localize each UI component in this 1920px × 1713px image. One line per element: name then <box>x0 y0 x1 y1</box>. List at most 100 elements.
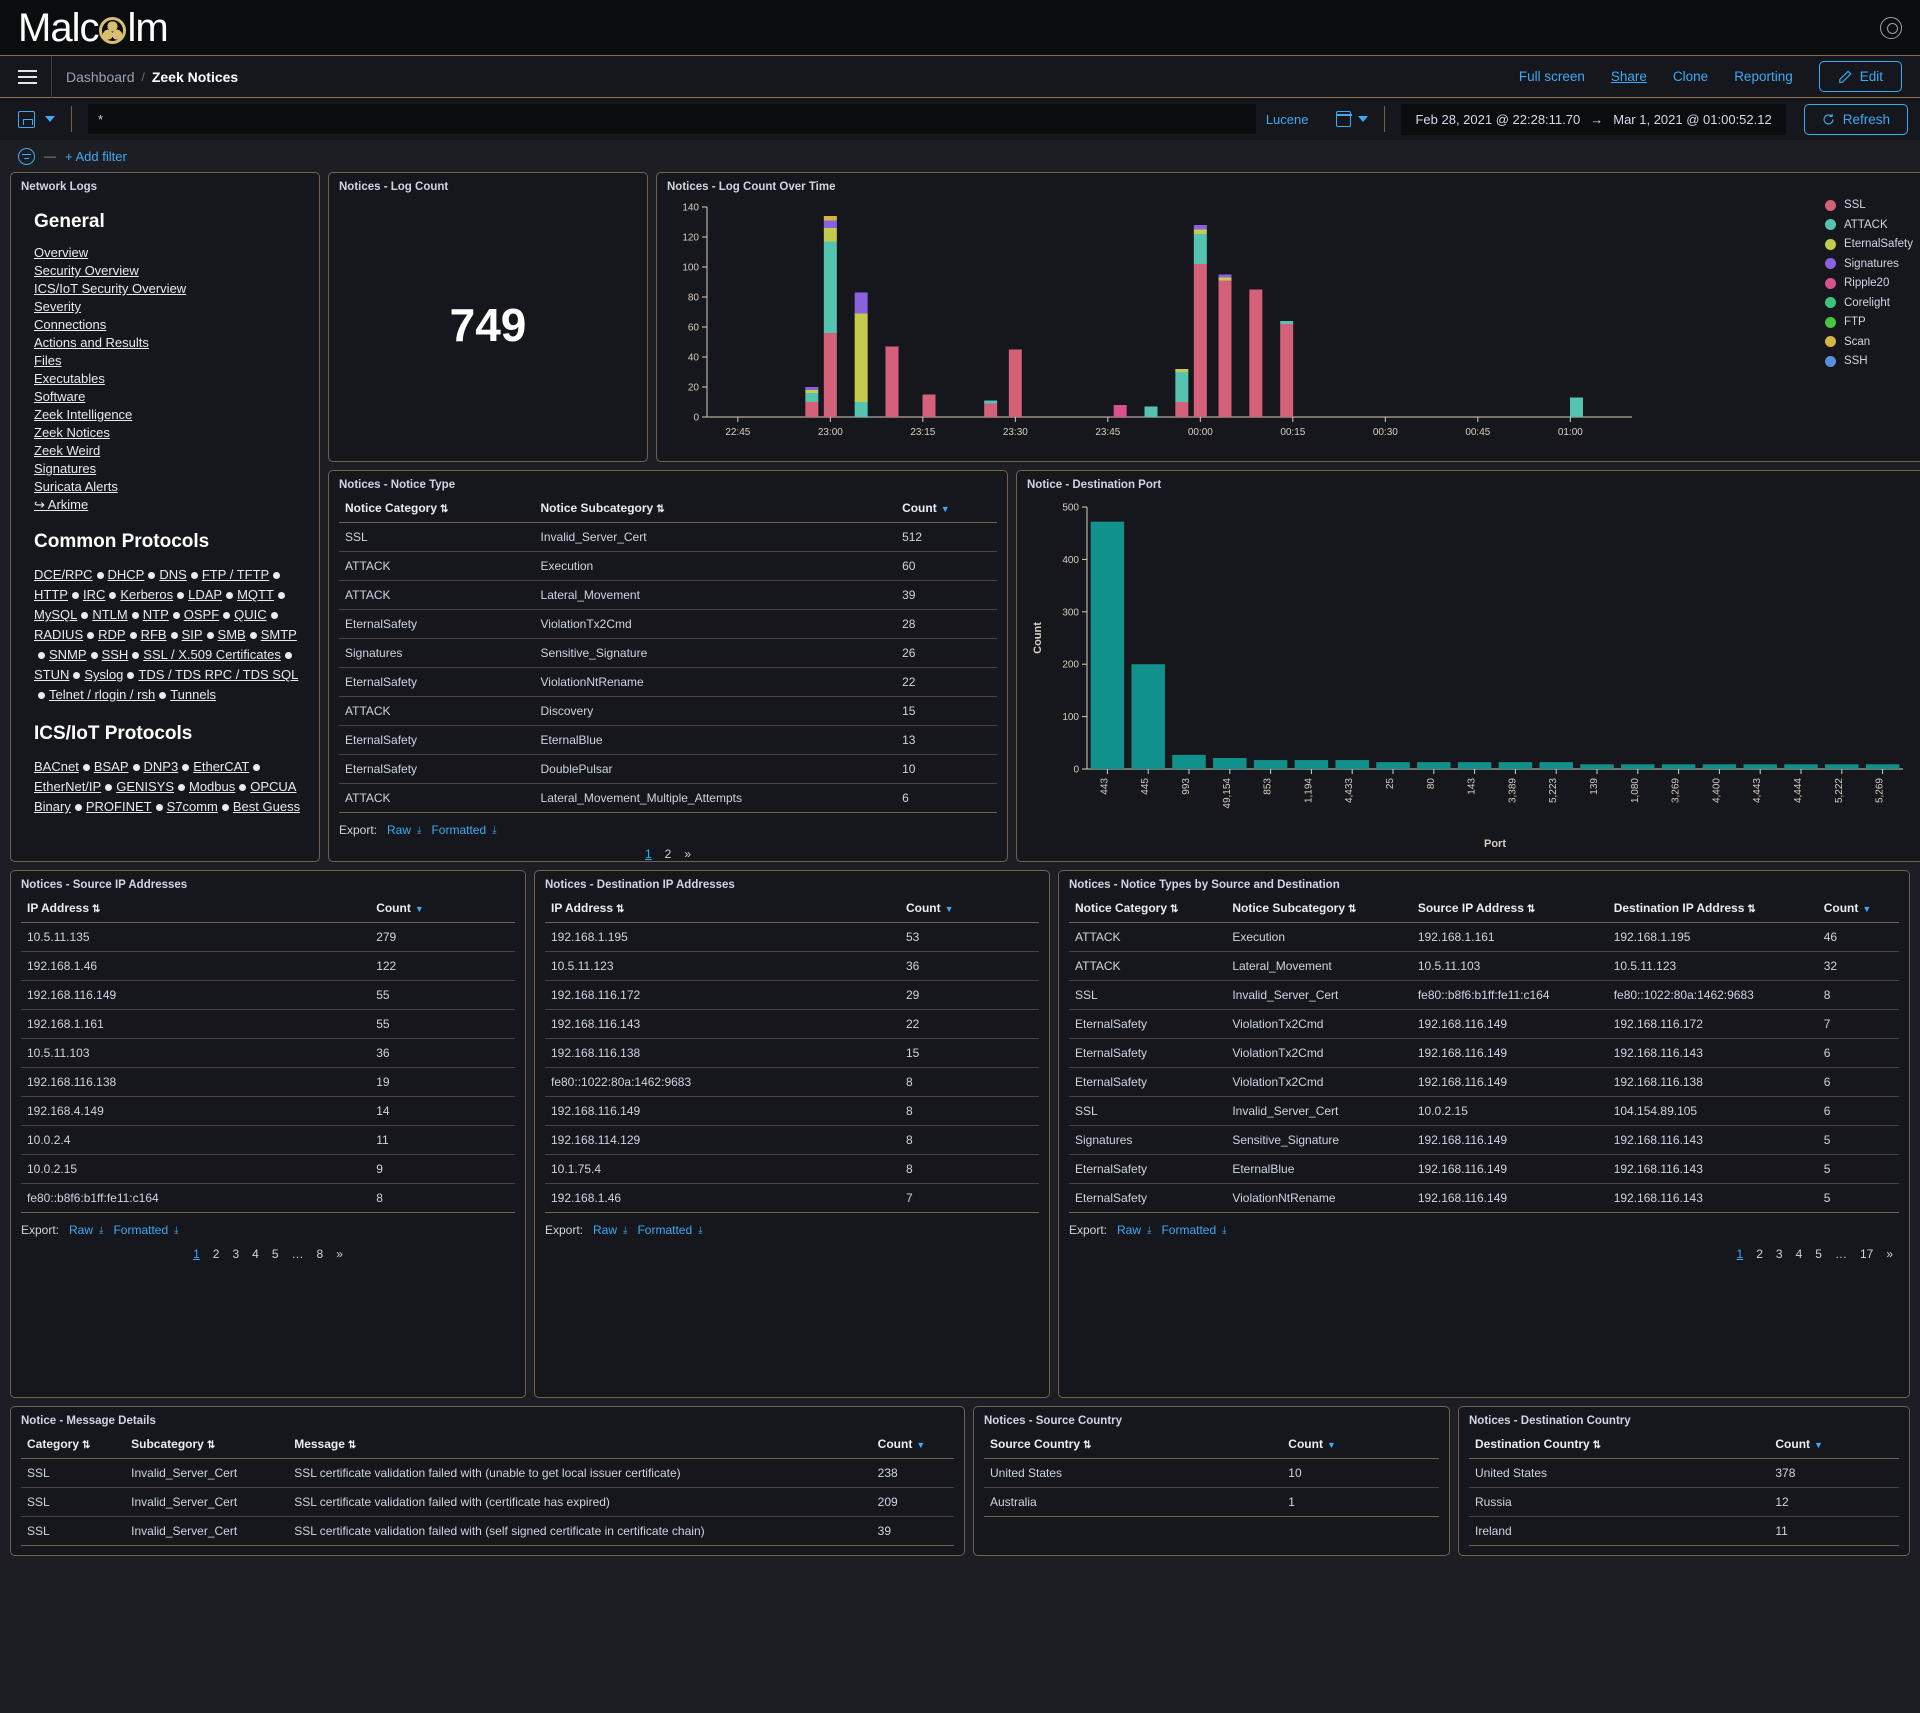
date-range-display[interactable]: Feb 28, 2021 @ 22:28:11.70 → Mar 1, 2021… <box>1401 103 1786 135</box>
export-formatted-link[interactable]: Formatted <box>431 823 486 837</box>
export-formatted-link[interactable]: Formatted <box>637 1223 692 1237</box>
table-row[interactable]: ATTACK Execution 60 <box>339 551 997 581</box>
protocol-link-ntp[interactable]: NTP <box>143 607 169 622</box>
download-icon[interactable]: ⤓ <box>698 1225 702 1236</box>
ics-protocol-link-genisys[interactable]: GENISYS <box>116 779 174 794</box>
download-icon[interactable]: ⤓ <box>1222 1225 1226 1236</box>
sort-toggle-icon[interactable]: ⇅ <box>1348 904 1356 915</box>
add-filter-button[interactable]: + Add filter <box>65 149 127 164</box>
column-header-subcategory[interactable]: Subcategory ⇅ <box>125 1431 289 1459</box>
time-bar-segment[interactable] <box>1249 289 1263 418</box>
ics-protocol-link-best-guess[interactable]: Best Guess <box>233 799 300 814</box>
protocol-link-ssl-x-509-certificates[interactable]: SSL / X.509 Certificates <box>143 647 281 662</box>
port-bar[interactable] <box>1335 760 1369 769</box>
protocol-link-rfb[interactable]: RFB <box>141 627 167 642</box>
table-row[interactable]: 192.168.1.161 55 <box>21 1009 515 1039</box>
time-bar-segment[interactable] <box>885 346 899 418</box>
column-header-count[interactable]: Count ▼ <box>871 1431 954 1459</box>
table-row[interactable]: fe80::b8f6:b1ff:fe11:c164 8 <box>21 1183 515 1213</box>
port-bar[interactable] <box>1213 757 1247 769</box>
download-icon[interactable]: ⤓ <box>623 1225 627 1236</box>
sort-desc-icon[interactable]: ▼ <box>415 904 424 914</box>
column-header-ip-address[interactable]: IP Address ⇅ <box>545 895 900 923</box>
protocol-link-radius[interactable]: RADIUS <box>34 627 83 642</box>
legend-item-ripple20[interactable]: Ripple20 <box>1824 277 1913 289</box>
protocol-link-ftp-tftp[interactable]: FTP / TFTP <box>202 567 269 582</box>
sidebar-link-overview[interactable]: Overview <box>34 245 309 260</box>
time-bar-segment[interactable] <box>1175 369 1189 372</box>
sidebar-link-zeek-weird[interactable]: Zeek Weird <box>34 443 309 458</box>
table-row[interactable]: Australia 1 <box>984 1487 1439 1517</box>
sidebar-link-zeek-intelligence[interactable]: Zeek Intelligence <box>34 407 309 422</box>
time-bar-segment[interactable] <box>854 313 868 403</box>
table-row[interactable]: Signatures Sensitive_Signature 26 <box>339 638 997 668</box>
log-count-over-time-chart[interactable]: 0 20 40 60 80 100 120 140 22:45 23:00 23:15 23:30 23… <box>667 197 1897 449</box>
table-row[interactable]: ATTACK Discovery 15 <box>339 696 997 726</box>
time-bar-segment[interactable] <box>1008 349 1022 418</box>
port-bar[interactable] <box>1621 764 1655 769</box>
port-bar[interactable] <box>1865 764 1900 769</box>
port-bar[interactable] <box>1131 664 1165 769</box>
legend-item-ftp[interactable]: FTP <box>1824 316 1913 328</box>
sort-desc-icon[interactable]: ▼ <box>1814 1440 1823 1450</box>
sort-toggle-icon[interactable]: ⇅ <box>616 904 624 915</box>
protocol-link-ntlm[interactable]: NTLM <box>92 607 127 622</box>
port-bar[interactable] <box>1661 764 1696 769</box>
export-formatted-link[interactable]: Formatted <box>1161 1223 1216 1237</box>
sidebar-link-security-overview[interactable]: Security Overview <box>34 263 309 278</box>
table-row[interactable]: EternalSafety ViolationNtRename 192.168.11… <box>1069 1183 1899 1213</box>
table-row[interactable]: fe80::1022:80a:1462:9683 8 <box>545 1067 1039 1097</box>
sidebar-link-suricata-alerts[interactable]: Suricata Alerts <box>34 479 309 494</box>
date-chevron-down-icon[interactable] <box>1358 116 1369 122</box>
table-row[interactable]: 10.0.2.4 11 <box>21 1125 515 1155</box>
download-icon[interactable]: ⤓ <box>1147 1225 1151 1236</box>
time-bar-segment[interactable] <box>823 216 837 221</box>
table-row[interactable]: EternalSafety DoublePulsar 10 <box>339 754 997 784</box>
time-bar-segment[interactable] <box>805 402 819 417</box>
time-bar-segment[interactable] <box>1113 405 1127 417</box>
time-bar-segment[interactable] <box>854 292 868 314</box>
protocol-link-tunnels[interactable]: Tunnels <box>170 687 216 702</box>
pager-page-»[interactable]: » <box>336 1247 343 1261</box>
protocol-link-quic[interactable]: QUIC <box>234 607 267 622</box>
time-bar-segment[interactable] <box>1193 234 1207 264</box>
ics-protocol-link-modbus[interactable]: Modbus <box>189 779 235 794</box>
sort-toggle-icon[interactable]: ⇅ <box>1747 904 1755 915</box>
table-row[interactable]: 192.168.1.46 7 <box>545 1183 1039 1213</box>
port-bar[interactable] <box>1580 764 1614 769</box>
table-row[interactable]: 10.1.75.4 8 <box>545 1154 1039 1184</box>
column-header-count[interactable]: Count ▼ <box>1817 895 1899 923</box>
sidebar-link-connections[interactable]: Connections <box>34 317 309 332</box>
table-row[interactable]: ATTACK Lateral_Movement_Multiple_Attempts… <box>339 783 997 813</box>
table-row[interactable]: 192.168.116.143 22 <box>545 1009 1039 1039</box>
sidebar-link-ics-iot-security-overview[interactable]: ICS/IoT Security Overview <box>34 281 309 296</box>
port-bar[interactable] <box>1294 760 1329 769</box>
sidebar-link-zeek-notices[interactable]: Zeek Notices <box>34 425 309 440</box>
legend-item-eternalsafety[interactable]: EternalSafety <box>1824 238 1913 250</box>
share-button[interactable]: Share <box>1611 69 1647 84</box>
lucene-label[interactable]: Lucene <box>1266 112 1317 127</box>
pager-page-2[interactable]: 2 <box>665 847 672 861</box>
column-header-notice-subcategory[interactable]: Notice Subcategory ⇅ <box>1226 895 1412 923</box>
sort-toggle-icon[interactable]: ⇅ <box>1083 1440 1091 1451</box>
ics-protocol-link-bsap[interactable]: BSAP <box>94 759 129 774</box>
sidebar-link-executables[interactable]: Executables <box>34 371 309 386</box>
time-bar-segment[interactable] <box>1218 274 1232 278</box>
table-row[interactable]: SSL Invalid_Server_Cert SSL certificate va… <box>21 1487 954 1517</box>
port-bar[interactable] <box>1457 762 1492 769</box>
sort-toggle-icon[interactable]: ⇅ <box>92 904 100 915</box>
menu-hamburger-icon[interactable] <box>18 69 37 84</box>
protocol-link-dhcp[interactable]: DHCP <box>108 567 145 582</box>
pager-page-5[interactable]: 5 <box>272 1247 279 1261</box>
table-row[interactable]: United States 10 <box>984 1458 1439 1488</box>
edit-button[interactable]: Edit <box>1818 61 1902 92</box>
pager-page-2[interactable]: 2 <box>1756 1247 1763 1261</box>
time-bar-segment[interactable] <box>1175 402 1189 417</box>
pager-page-3[interactable]: 3 <box>1776 1247 1783 1261</box>
save-query-icon[interactable] <box>18 110 35 128</box>
legend-item-scan[interactable]: Scan <box>1824 336 1913 348</box>
sort-toggle-icon[interactable]: ⇅ <box>348 1440 356 1451</box>
full-screen-button[interactable]: Full screen <box>1519 69 1585 84</box>
time-bar-segment[interactable] <box>1280 321 1294 324</box>
column-header-category[interactable]: Category ⇅ <box>21 1431 126 1459</box>
